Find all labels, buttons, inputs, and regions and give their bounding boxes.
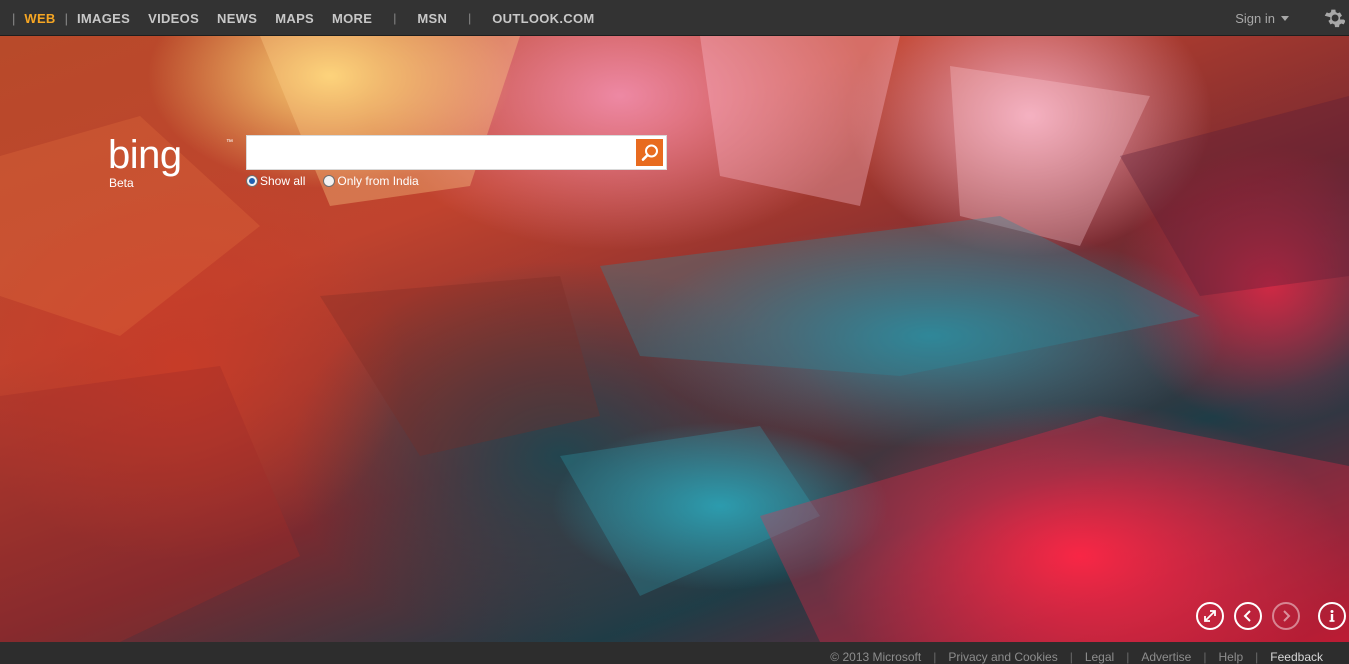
- chevron-down-icon: [1281, 15, 1289, 21]
- scope-show-all[interactable]: Show all: [246, 174, 305, 188]
- nav-links: | WEB | IMAGES VIDEOS NEWS MAPS MORE | M…: [12, 0, 604, 36]
- previous-arrow-icon: [1243, 610, 1251, 622]
- gear-icon[interactable]: [1323, 7, 1345, 29]
- search-icon: [641, 144, 658, 161]
- copyright: © 2013 Microsoft: [830, 650, 922, 664]
- nav-more[interactable]: MORE: [323, 11, 381, 26]
- logo-wordmark: bing: [108, 134, 182, 177]
- footer: © 2013 Microsoft | Privacy and Cookies |…: [0, 642, 1349, 664]
- footer-help-link[interactable]: Help: [1206, 650, 1255, 664]
- radio-button[interactable]: [246, 175, 258, 187]
- nav-msn[interactable]: MSN: [408, 11, 456, 26]
- nav-outlook[interactable]: OUTLOOK.COM: [483, 11, 603, 26]
- footer-links: © 2013 Microsoft | Privacy and Cookies |…: [818, 650, 1335, 664]
- expand-button[interactable]: [1196, 602, 1224, 630]
- nav-divider: |: [468, 11, 472, 25]
- info-button[interactable]: [1318, 602, 1346, 630]
- scope-label: Show all: [260, 174, 306, 188]
- radio-button[interactable]: [323, 175, 336, 187]
- crystal-texture: [0, 36, 1349, 642]
- footer-feedback-link[interactable]: Feedback: [1258, 650, 1335, 664]
- search-input[interactable]: [247, 136, 633, 169]
- next-image-button[interactable]: [1272, 602, 1300, 630]
- scope-only-india[interactable]: Only from India: [323, 174, 419, 188]
- footer-advertise-link[interactable]: Advertise: [1129, 650, 1203, 664]
- nav-news[interactable]: NEWS: [208, 11, 266, 26]
- sign-in-label: Sign in: [1235, 10, 1275, 26]
- top-nav-bar: | WEB | IMAGES VIDEOS NEWS MAPS MORE | M…: [0, 0, 1349, 36]
- nav-divider: |: [393, 11, 397, 25]
- sign-in-link[interactable]: Sign in: [1235, 0, 1289, 36]
- beta-label: Beta: [109, 176, 134, 190]
- nav-videos[interactable]: VIDEOS: [139, 11, 208, 26]
- background-image: [0, 36, 1349, 642]
- nav-images[interactable]: IMAGES: [68, 11, 139, 26]
- nav-maps[interactable]: MAPS: [266, 11, 323, 26]
- scope-label: Only from India: [337, 174, 419, 188]
- search-box: [246, 135, 667, 170]
- search-scope: Show all Only from India: [246, 174, 437, 188]
- footer-privacy-link[interactable]: Privacy and Cookies: [936, 650, 1069, 664]
- footer-legal-link[interactable]: Legal: [1073, 650, 1126, 664]
- info-icon: [1329, 610, 1335, 622]
- previous-image-button[interactable]: [1234, 602, 1262, 630]
- trademark-mark: ™: [226, 139, 233, 146]
- expand-icon: [1204, 610, 1216, 622]
- next-arrow-icon: [1283, 610, 1291, 622]
- nav-web[interactable]: WEB: [15, 11, 64, 26]
- bing-logo[interactable]: bing ™: [108, 134, 238, 180]
- search-button[interactable]: [636, 139, 663, 166]
